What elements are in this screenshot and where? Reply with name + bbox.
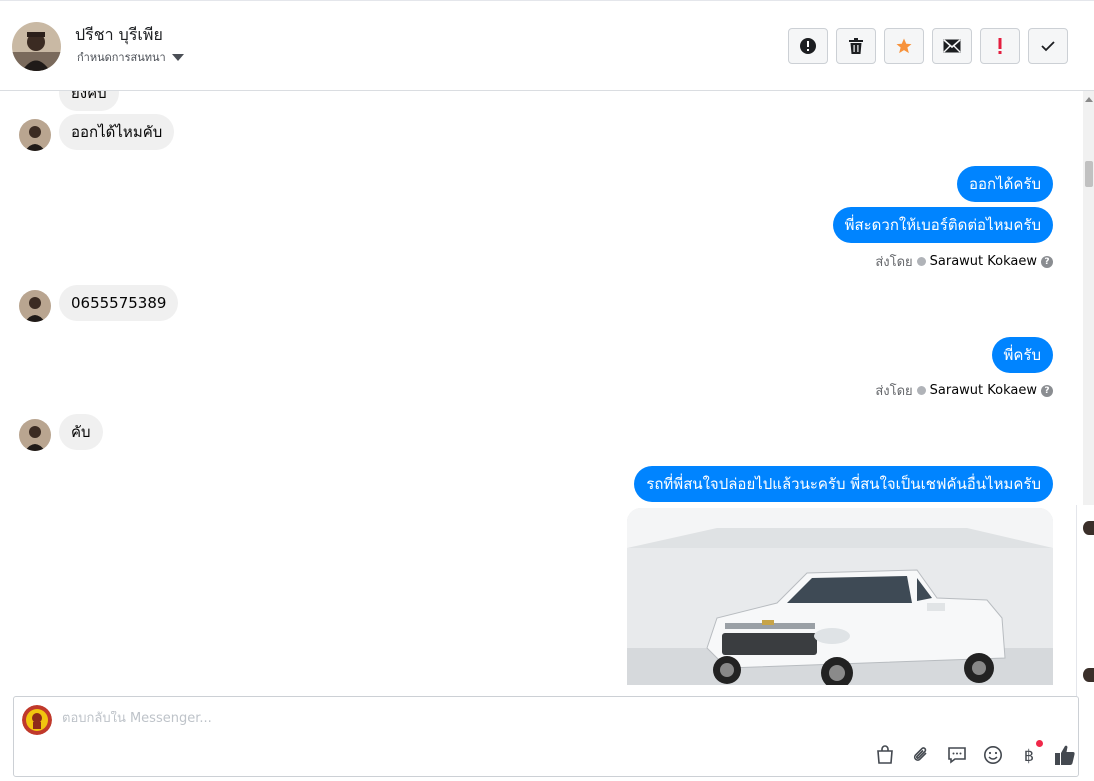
payment-button[interactable]: ฿	[1017, 740, 1043, 767]
contact-avatar[interactable]	[12, 22, 61, 71]
composer-tools: ฿	[873, 740, 1077, 767]
outgoing-message: พี่ครับ	[991, 337, 1053, 373]
shop-button[interactable]	[873, 743, 897, 767]
assign-conversation-dropdown[interactable]: กำหนดการสนทนา	[77, 48, 184, 66]
sent-by-label: ส่งโดย Sarawut Kokaew ?	[875, 251, 1053, 272]
conversation-header: ปรีชา บุรีเพีย กำหนดการสนทนา	[0, 0, 1094, 91]
chat-bubble-icon	[948, 747, 966, 764]
conversation-actions	[788, 28, 1068, 64]
check-icon	[1041, 41, 1055, 52]
caret-down-icon	[171, 53, 184, 61]
mark-unread-button[interactable]	[932, 28, 972, 64]
contact-name[interactable]: ปรีชา บุรีเพีย	[75, 23, 163, 48]
avatar-thumbnail[interactable]	[1083, 668, 1094, 682]
side-panel-edge	[1076, 505, 1094, 705]
attach-button[interactable]	[909, 743, 933, 767]
emoji-icon	[984, 746, 1002, 764]
scroll-thumb[interactable]	[1085, 161, 1093, 187]
paperclip-icon	[913, 747, 927, 761]
outgoing-message: พี่สะดวกให้เบอร์ติดต่อไหมครับ	[832, 207, 1053, 243]
help-icon[interactable]: ?	[1041, 255, 1053, 268]
baht-icon: ฿	[1023, 745, 1035, 765]
shopping-bag-icon	[877, 745, 893, 764]
incoming-message: 0655575389	[59, 285, 179, 321]
avatar-thumbnail[interactable]	[1083, 521, 1094, 535]
incoming-message: ออกได้ไหมคับ	[59, 114, 175, 150]
sent-by-prefix: ส่งโดย	[875, 384, 913, 399]
like-button[interactable]	[1053, 743, 1077, 767]
spam-button[interactable]	[788, 28, 828, 64]
assign-conversation-label: กำหนดการสนทนา	[77, 51, 166, 64]
message-thread[interactable]: ยังคับ ออกได้ไหมคับ ออกได้ครับ พี่สะดวกใ…	[0, 91, 1083, 685]
reply-composer: ฿	[13, 696, 1079, 777]
trash-icon	[849, 38, 863, 54]
saved-replies-button[interactable]	[945, 743, 969, 767]
sent-by-label: ส่งโดย Sarawut Kokaew ?	[875, 380, 1053, 401]
sender-avatar	[19, 419, 51, 451]
attached-car-photo[interactable]	[627, 508, 1053, 685]
sent-by-prefix: ส่งโดย	[875, 255, 913, 270]
exclamation-icon	[998, 38, 1002, 54]
delete-button[interactable]	[836, 28, 876, 64]
help-icon[interactable]: ?	[1041, 384, 1053, 397]
page-avatar	[22, 705, 52, 735]
follow-up-button[interactable]	[980, 28, 1020, 64]
verified-icon	[916, 386, 926, 395]
star-button[interactable]	[884, 28, 924, 64]
sender-name[interactable]: Sarawut Kokaew	[930, 383, 1037, 398]
emoji-button[interactable]	[981, 743, 1005, 767]
sender-name[interactable]: Sarawut Kokaew	[930, 254, 1037, 269]
mark-done-button[interactable]	[1028, 28, 1068, 64]
envelope-icon	[943, 39, 961, 53]
sender-avatar	[19, 119, 51, 151]
reply-input[interactable]	[62, 711, 762, 726]
verified-icon	[916, 257, 926, 266]
star-icon	[896, 38, 912, 54]
incoming-message: คับ	[59, 414, 103, 450]
sender-avatar	[19, 290, 51, 322]
outgoing-message: ออกได้ครับ	[957, 166, 1053, 202]
incoming-message: ยังคับ	[59, 91, 119, 111]
alert-circle-icon	[800, 38, 816, 54]
notification-dot	[1036, 740, 1043, 747]
outgoing-message: รถที่พี่สนใจปล่อยไปแล้วนะครับ พี่สนใจเป็…	[634, 466, 1053, 502]
thumbs-up-icon	[1055, 745, 1075, 765]
scroll-up-arrow-icon[interactable]	[1085, 97, 1093, 102]
